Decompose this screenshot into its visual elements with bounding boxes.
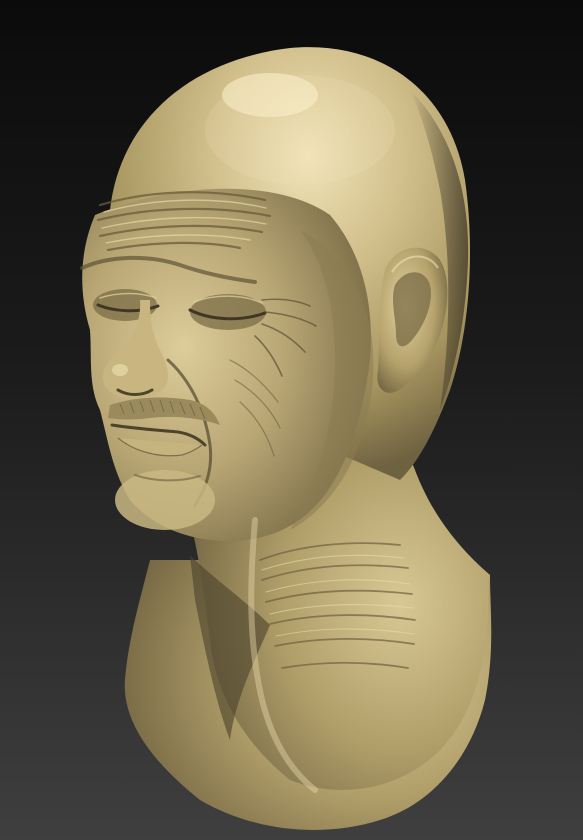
scalp-highlight-soft xyxy=(205,75,395,185)
render-viewport xyxy=(0,0,583,840)
chin xyxy=(115,470,215,530)
sculpt-render xyxy=(0,0,583,840)
nose-highlight xyxy=(112,364,128,376)
